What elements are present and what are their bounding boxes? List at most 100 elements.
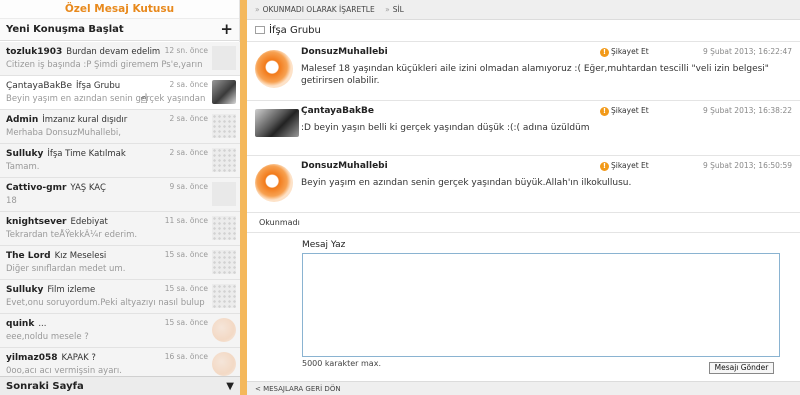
inbox-title: Özel Mesaj Kutusu <box>0 0 239 19</box>
conversation-list-item[interactable]: Admin İmzanız kural dışıdır 2 sa. önce Merh… <box>0 110 240 144</box>
conversation-list: tozluk1903 Burdan devam edelim 12 sn. önce… <box>0 42 240 376</box>
report-label: Şikayet Et <box>611 161 649 170</box>
message-thread: DonsuzMuhallebi! Şikayet Et 9 Şubat 2013; … <box>247 42 800 213</box>
message-author[interactable]: DonsuzMuhallebi <box>301 161 388 171</box>
conversation-list-item[interactable]: yilmaz058 KAPAK ? 16 sa. önce 0oo,acı acı v… <box>0 348 240 376</box>
conversation-list-item[interactable]: knightsever Edebiyat 11 sa. önce Tekrardan … <box>0 212 240 246</box>
conversation-subject: KAPAK ? <box>61 353 96 363</box>
message-preview: Tekrardan teÅŸekkÃ¼r ederim. <box>6 230 138 240</box>
report-button[interactable]: ! Şikayet Et <box>600 106 649 116</box>
avatar <box>255 109 299 137</box>
message-preview: Merhaba DonsuzMuhallebi, <box>6 128 121 138</box>
message-author[interactable]: ÇantayaBakBe <box>301 106 374 116</box>
conversation-panel: » OKUNMADI OLARAK İŞARETLE » SİL İfşa Grub… <box>247 0 800 395</box>
sender-name: quink <box>6 319 35 329</box>
timestamp: 16 sa. önce <box>164 352 208 361</box>
timestamp: 11 sa. önce <box>164 216 208 225</box>
max-chars-note: 5000 karakter max. <box>302 359 381 368</box>
message-preview: Diğer sınıflardan medet um. <box>6 264 126 274</box>
avatar <box>212 80 236 104</box>
new-conversation-button[interactable]: Yeni Konuşma Başlat + <box>0 19 239 41</box>
compose-label: Mesaj Yaz <box>302 240 346 250</box>
avatar <box>212 318 236 342</box>
message-date: 9 Şubat 2013; 16:22:47 <box>702 47 792 56</box>
timestamp: 2 sa. önce <box>169 148 208 157</box>
sender-name: yilmaz058 <box>6 353 58 363</box>
sender-name: The Lord <box>6 251 51 261</box>
conversation-list-item[interactable]: quink... 15 sa. önce eee,noldu mesele ? <box>0 314 240 348</box>
next-page-label: Sonraki Sayfa <box>6 381 84 392</box>
conversation-title: İfşa Grubu <box>247 20 800 42</box>
conversation-subject: İmzanız kural dışıdır <box>42 115 128 125</box>
message-date: 9 Şubat 2013; 16:38:22 <box>702 106 792 115</box>
warning-icon: ! <box>600 48 609 57</box>
timestamp: 15 sa. önce <box>164 250 208 259</box>
message-preview: eee,noldu mesele ? <box>6 332 89 342</box>
report-button[interactable]: ! Şikayet Et <box>600 161 649 171</box>
send-message-button[interactable]: Mesajı Gönder <box>709 362 774 374</box>
conversation-list-item[interactable]: Sulluky Film izleme 15 sa. önce Evet,onu so… <box>0 280 240 314</box>
conversation-list-item[interactable]: Cattivo-gmr YAŞ KAÇ 9 sa. önce 18 <box>0 178 240 212</box>
message-preview: Citizen iş başında :P Şimdi giremem Ps'e… <box>6 60 203 70</box>
read-status: Okunmadı <box>247 213 800 233</box>
message-text: :D beyin yaşın belli ki gerçek yaşından … <box>301 123 590 133</box>
message-toolbar: » OKUNMADI OLARAK İŞARETLE » SİL <box>247 0 800 20</box>
conversation-list-item[interactable]: Sulluky İfşa Time Katılmak 2 sa. önce Tamam… <box>0 144 240 178</box>
toolbar-separator: » <box>255 5 260 14</box>
conversation-subject: İfşa Time Katılmak <box>47 149 126 159</box>
sender-name: knightsever <box>6 217 67 227</box>
report-label: Şikayet Et <box>611 106 649 115</box>
sender-name: Sulluky <box>6 149 44 159</box>
timestamp: 9 sa. önce <box>169 182 208 191</box>
avatar <box>212 216 236 240</box>
timestamp: 12 sn. önce <box>164 46 208 55</box>
timestamp: 15 sa. önce <box>164 318 208 327</box>
message-text: Beyin yaşım en azından senin gerçek yaşı… <box>301 178 632 188</box>
new-conversation-label: Yeni Konuşma Başlat <box>6 24 124 35</box>
envelope-icon <box>255 26 265 34</box>
timestamp: 2 sa. önce <box>169 114 208 123</box>
conversation-subject: İfşa Grubu <box>76 81 121 91</box>
message-preview: 0oo,acı acı vermişsin ayarı. <box>6 366 122 376</box>
report-button[interactable]: ! Şikayet Et <box>600 47 649 57</box>
conversation-subject: YAŞ KAÇ <box>70 183 106 193</box>
toolbar-separator: » <box>385 5 390 14</box>
conversation-subject: Burdan devam edelim <box>66 47 161 57</box>
conversation-subject: Film izleme <box>47 285 96 295</box>
message-date: 9 Şubat 2013; 16:50:59 <box>702 161 792 170</box>
chevron-down-icon: ▼ <box>226 381 234 392</box>
message-text: Malesef 18 yaşından küçükleri aile izini… <box>301 64 769 86</box>
timestamp: 15 sa. önce <box>164 284 208 293</box>
conversation-title-text: İfşa Grubu <box>269 25 321 36</box>
avatar <box>255 164 293 202</box>
delete-button[interactable]: SİL <box>393 5 404 14</box>
timestamp: 2 sa. önce <box>169 80 208 89</box>
message: DonsuzMuhallebi! Şikayet Et 9 Şubat 2013; … <box>247 42 800 101</box>
next-page-button[interactable]: Sonraki Sayfa ▼ <box>0 376 240 395</box>
conversation-list-item[interactable]: ÇantayaBakBe İfşa Grubu 2 sa. önce Beyin ya… <box>0 76 240 110</box>
message-author[interactable]: DonsuzMuhallebi <box>301 47 388 57</box>
sender-name: Cattivo-gmr <box>6 183 67 193</box>
message-preview: Evet,onu soruyordum.Peki altyazıyı nasıl… <box>6 298 205 308</box>
sender-name: tozluk1903 <box>6 47 63 57</box>
avatar <box>212 284 236 308</box>
sender-name: ÇantayaBakBe <box>6 81 73 91</box>
message-preview: Tamam. <box>6 162 40 172</box>
back-to-messages-link[interactable]: < MESAJLARA GERİ DÖN <box>247 381 800 395</box>
mark-unread-button[interactable]: OKUNMADI OLARAK İŞARETLE <box>263 5 375 14</box>
conversation-list-item[interactable]: The Lord Kız Meselesi 15 sa. önce Diğer sın… <box>0 246 240 280</box>
message-preview: Beyin yaşım en azından senin gerçek yaşı… <box>6 94 206 104</box>
panel-divider <box>240 0 247 395</box>
avatar <box>212 250 236 274</box>
avatar <box>212 182 236 206</box>
message: DonsuzMuhallebi ! Şikayet Et 9 Şubat 2013; … <box>247 156 800 213</box>
conversation-subject: Edebiyat <box>70 217 108 227</box>
conversation-list-item[interactable]: tozluk1903 Burdan devam edelim 12 sn. önce… <box>0 42 240 76</box>
warning-icon: ! <box>600 107 609 116</box>
plus-icon[interactable]: + <box>220 19 233 39</box>
report-label: Şikayet Et <box>611 47 649 56</box>
conversation-subject: ... <box>38 319 47 329</box>
avatar <box>255 50 293 88</box>
avatar <box>212 352 236 376</box>
message-input[interactable] <box>302 253 780 357</box>
